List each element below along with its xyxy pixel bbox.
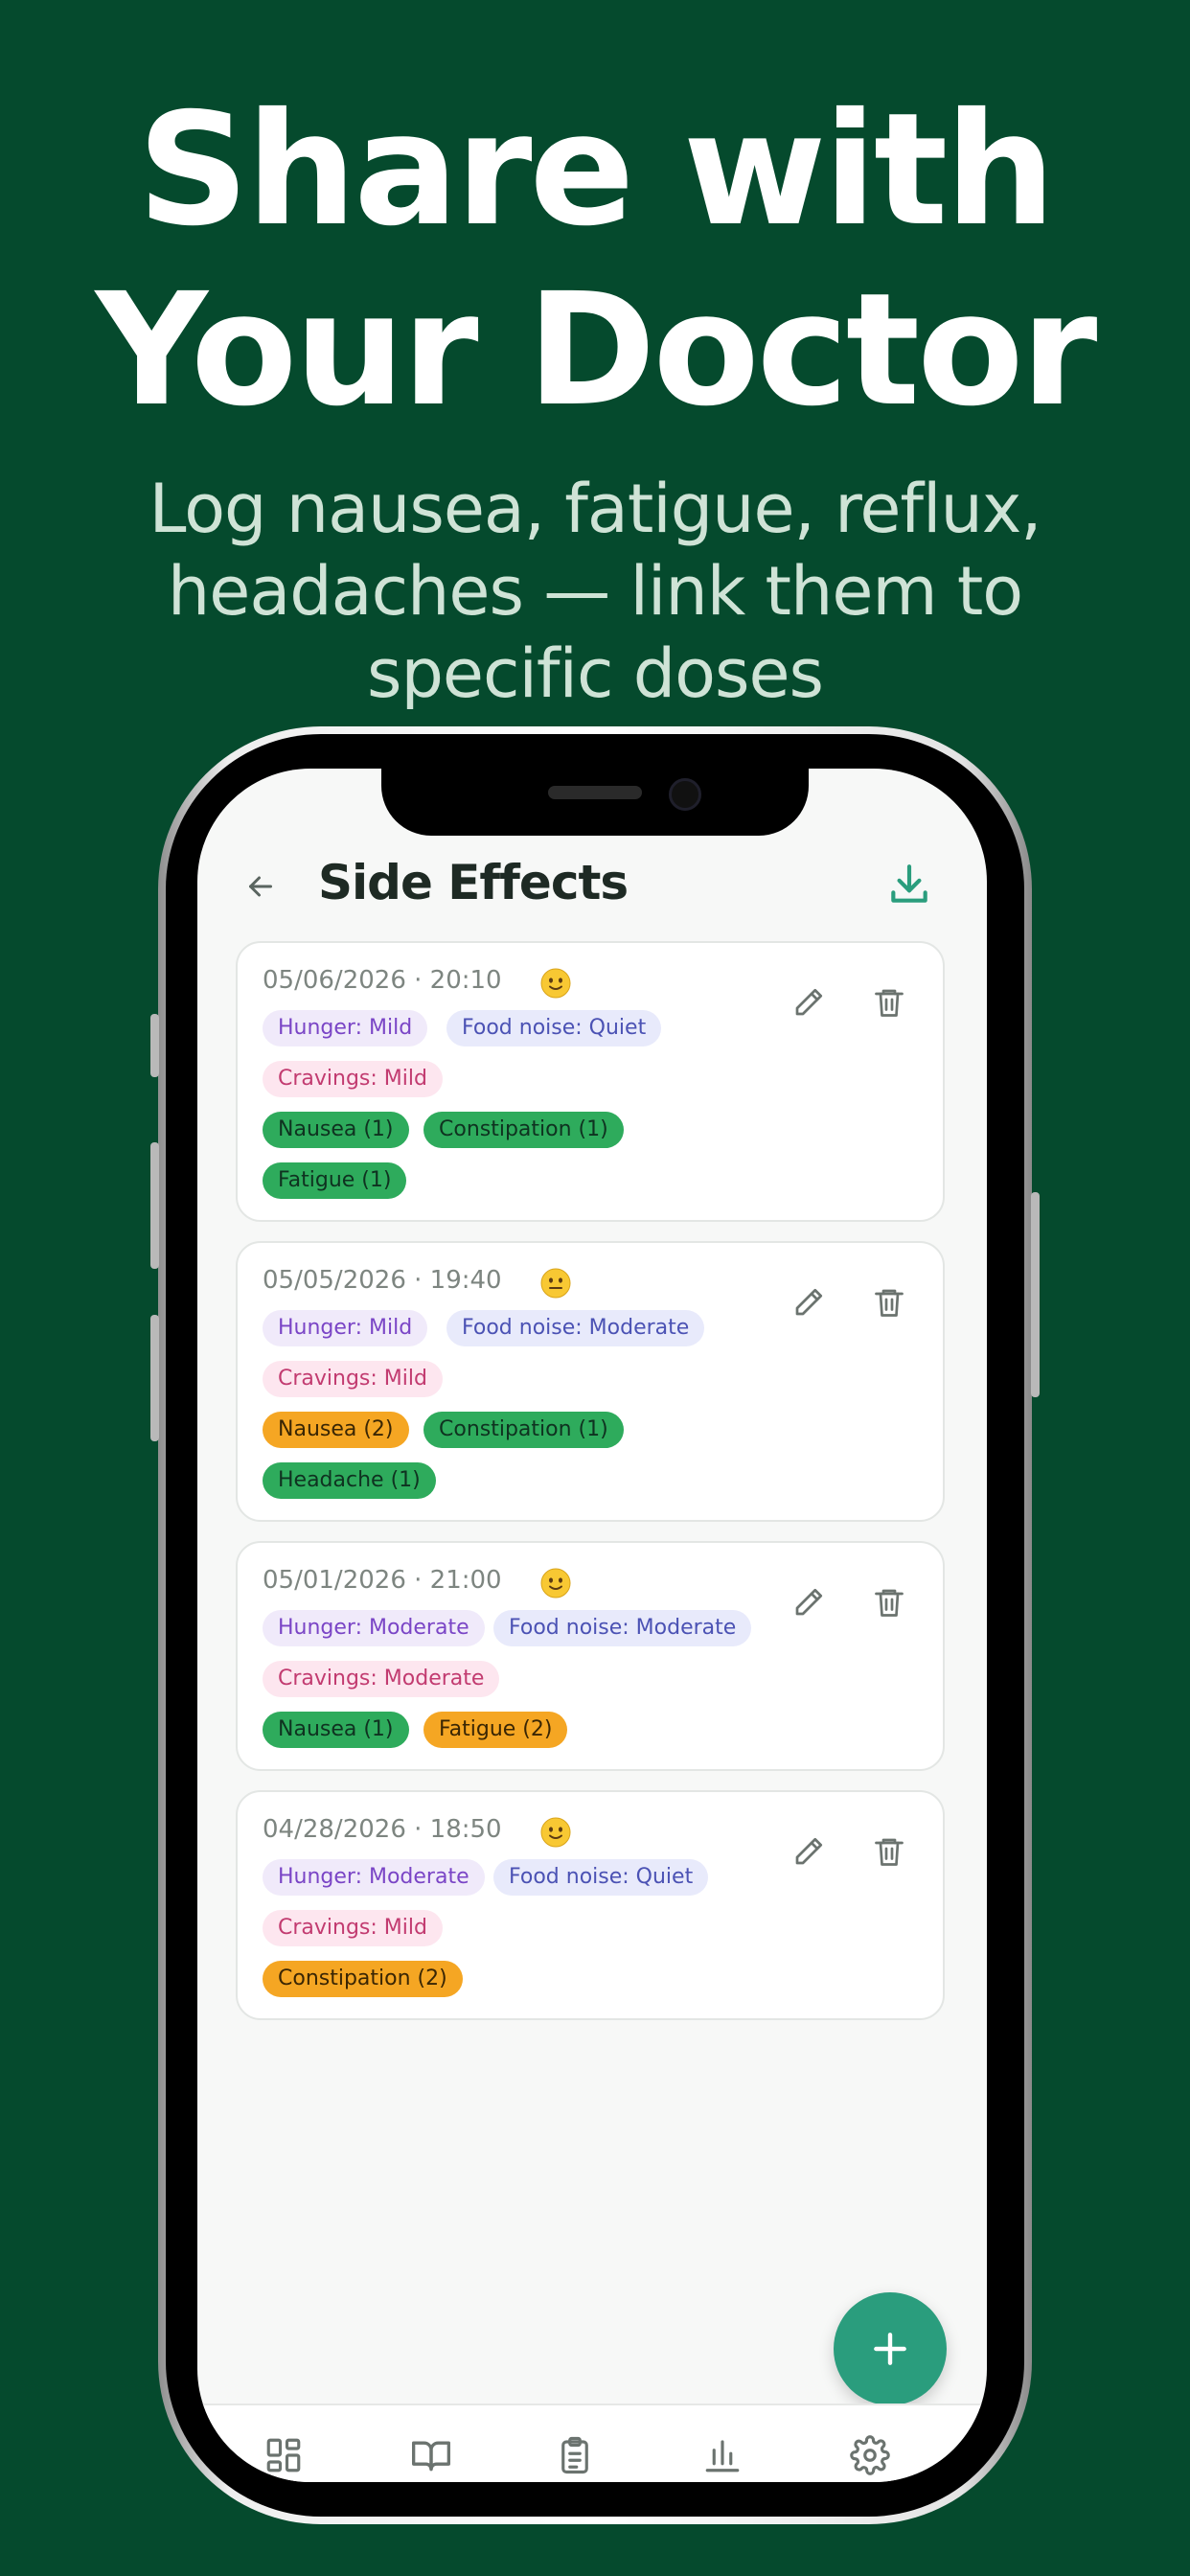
pencil-icon xyxy=(795,1288,823,1316)
subheadline-line-2: headaches — link them to xyxy=(167,552,1023,631)
side-effect-entry-card[interactable]: 05/06/2026 · 20:10 Hunger: Mild Food noise… xyxy=(236,941,945,1222)
subheadline: Log nausea, fatigue, reflux, headaches —… xyxy=(57,468,1133,709)
symptom-tag: Nausea (2) xyxy=(263,1412,409,1448)
phone-side-button-mute xyxy=(150,1014,159,1077)
pencil-icon xyxy=(795,1588,823,1616)
nav-log[interactable] xyxy=(552,2432,598,2478)
edit-entry-button[interactable] xyxy=(786,979,832,1025)
entry-date: 05/06/2026 · 20:10 xyxy=(263,966,502,995)
entry-date: 05/01/2026 · 21:00 xyxy=(263,1566,502,1595)
neutral-face-icon xyxy=(540,1268,571,1299)
delete-entry-button[interactable] xyxy=(866,1279,912,1325)
export-button[interactable] xyxy=(885,861,933,908)
cravings-tag: Cravings: Mild xyxy=(263,1061,443,1097)
side-effect-entry-card[interactable]: 05/01/2026 · 21:00 Hunger: Moderate Food n… xyxy=(236,1541,945,1771)
food-noise-tag: Food noise: Moderate xyxy=(493,1610,752,1646)
phone-side-button-volume-down xyxy=(150,1315,159,1441)
nav-dashboard[interactable] xyxy=(261,2432,307,2478)
headline-line-1: Share with xyxy=(137,80,1055,261)
entry-date: 05/05/2026 · 19:40 xyxy=(263,1266,502,1295)
arrow-left-icon xyxy=(249,876,272,897)
subheadline-line-3: specific doses xyxy=(367,634,824,709)
symptom-tag: Fatigue (2) xyxy=(423,1712,568,1748)
trash-icon xyxy=(875,1838,904,1866)
nav-journal[interactable] xyxy=(408,2432,454,2478)
symptom-tag: Headache (1) xyxy=(263,1462,436,1499)
food-noise-tag: Food noise: Quiet xyxy=(493,1859,709,1896)
plus-icon xyxy=(874,2333,906,2365)
delete-entry-button[interactable] xyxy=(866,1828,912,1874)
symptom-tag: Constipation (1) xyxy=(423,1112,624,1148)
symptom-tag: Constipation (2) xyxy=(263,1961,463,1997)
book-icon xyxy=(412,2441,450,2472)
symptom-tag: Nausea (1) xyxy=(263,1712,409,1748)
trash-icon xyxy=(875,1289,904,1317)
phone-side-button-power xyxy=(1031,1192,1040,1397)
download-icon xyxy=(891,864,927,903)
nav-stats[interactable] xyxy=(699,2432,745,2478)
symptom-tag: Constipation (1) xyxy=(423,1412,624,1448)
headline: Share with Your Doctor xyxy=(0,80,1190,441)
phone-notch xyxy=(381,767,809,836)
hunger-tag: Hunger: Mild xyxy=(263,1310,428,1346)
phone-camera xyxy=(669,778,701,811)
nav-settings[interactable] xyxy=(847,2432,893,2478)
edit-entry-button[interactable] xyxy=(786,1828,832,1874)
pencil-icon xyxy=(795,1837,823,1865)
edit-entry-button[interactable] xyxy=(786,1579,832,1625)
add-entry-button[interactable] xyxy=(834,2292,947,2405)
cravings-tag: Cravings: Moderate xyxy=(263,1661,500,1697)
hunger-tag: Hunger: Moderate xyxy=(263,1859,485,1896)
edit-entry-button[interactable] xyxy=(786,1279,832,1325)
smiling-face-icon xyxy=(540,968,571,999)
cravings-tag: Cravings: Mild xyxy=(263,1361,443,1397)
page-title: Side Effects xyxy=(318,855,629,910)
back-button[interactable] xyxy=(236,862,286,911)
entry-date: 04/28/2026 · 18:50 xyxy=(263,1815,502,1844)
food-noise-tag: Food noise: Moderate xyxy=(446,1310,705,1346)
hunger-tag: Hunger: Moderate xyxy=(263,1610,485,1646)
phone-side-button-volume-up xyxy=(150,1142,159,1269)
dashboard-icon xyxy=(266,2438,301,2472)
trash-icon xyxy=(875,989,904,1017)
trash-icon xyxy=(875,1589,904,1617)
smiling-face-icon xyxy=(540,1568,571,1598)
smiling-face-icon xyxy=(540,1817,571,1848)
symptom-tag: Nausea (1) xyxy=(263,1112,409,1148)
delete-entry-button[interactable] xyxy=(866,979,912,1025)
pencil-icon xyxy=(795,988,823,1016)
subheadline-line-1: Log nausea, fatigue, reflux, xyxy=(149,470,1041,548)
hunger-tag: Hunger: Mild xyxy=(263,1010,428,1046)
app-screen: Side Effects 05/06/2026 · 20:10 Hunger: M… xyxy=(197,769,987,2482)
food-noise-tag: Food noise: Quiet xyxy=(446,1010,662,1046)
clipboard-icon xyxy=(561,2436,588,2474)
delete-entry-button[interactable] xyxy=(866,1579,912,1625)
bottom-nav xyxy=(197,2404,987,2482)
settings-icon xyxy=(850,2435,890,2475)
cravings-tag: Cravings: Mild xyxy=(263,1910,443,1946)
side-effect-entry-card[interactable]: 05/05/2026 · 19:40 Hunger: Mild Food noise… xyxy=(236,1241,945,1522)
symptom-tag: Fatigue (1) xyxy=(263,1162,407,1199)
bar-chart-icon xyxy=(705,2440,740,2472)
phone-speaker xyxy=(548,786,642,799)
side-effect-entry-card[interactable]: 04/28/2026 · 18:50 Hunger: Moderate Food n… xyxy=(236,1790,945,2020)
headline-line-2: Your Doctor xyxy=(95,261,1098,441)
